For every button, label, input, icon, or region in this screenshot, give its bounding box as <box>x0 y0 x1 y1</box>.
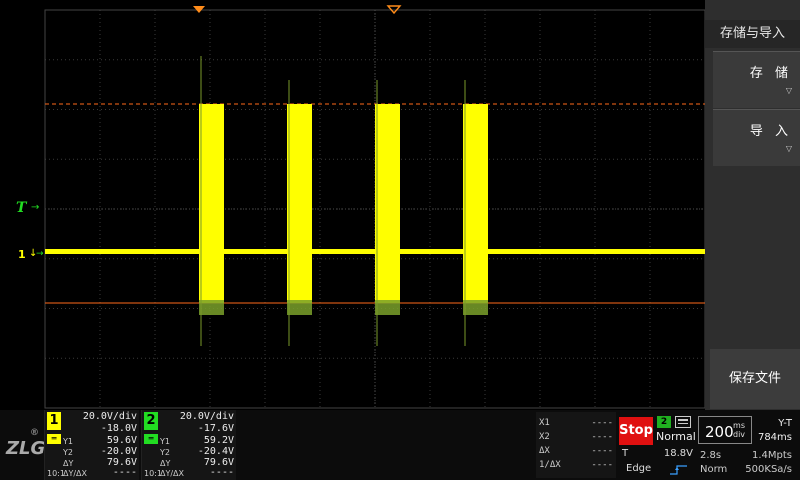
ch2-y1-label: Y1 <box>160 437 170 446</box>
trigger-level-arrow: → <box>31 202 39 213</box>
horizontal-delay: 784ms <box>757 432 792 443</box>
scope-grid: T → 1 ↓ → <box>16 5 705 409</box>
trigger-type-row[interactable]: Edge <box>618 463 695 477</box>
memory-depth: 1.4Mpts <box>751 450 792 461</box>
timebase-scale-value: 200 <box>705 423 734 441</box>
cursor-x1-label: X1 <box>539 418 550 428</box>
ch1-burst <box>199 104 224 303</box>
ch1-y1-value: 59.6V <box>106 435 137 446</box>
dropdown-arrow-icon: ▽ <box>785 86 792 95</box>
ch1-burst <box>287 104 312 303</box>
timebase-scale-unit: ms div <box>733 421 745 439</box>
timebase-panel[interactable]: 200 ms div Y-T 784ms 2.8s 1.4Mpts Norm 5… <box>698 414 800 478</box>
trigger-source-badge: 2 <box>657 416 671 428</box>
menu-title: 存储与导入 <box>705 20 800 48</box>
record-length: 2.8s <box>700 450 722 461</box>
cursor-inv-dx-label: 1/ΔX <box>539 460 561 470</box>
dropdown-arrow-icon: ▽ <box>785 144 792 153</box>
ch2-scale: 20.0V/div <box>179 411 234 422</box>
ch1-burst <box>375 104 400 303</box>
trigger-coupling-icon <box>675 416 691 428</box>
ch1-badge[interactable]: 1 <box>47 412 61 430</box>
ch2-burst-fringe <box>199 300 224 315</box>
trigger-status[interactable]: 2 Normal <box>655 416 696 446</box>
cursor-x1-value: ---- <box>591 418 613 428</box>
trigger-level-label: T <box>622 448 629 459</box>
dc-coupling-icon: ═ <box>47 434 61 444</box>
ch2-y2-value: -20.4V <box>197 446 234 457</box>
cursor-inv-dx-value: ---- <box>591 460 613 470</box>
run-stop-button[interactable]: Stop <box>619 417 653 445</box>
ch2-badge[interactable]: 2 <box>144 412 158 430</box>
ch1-y1-label: Y1 <box>63 437 73 446</box>
ch2-position-arrow: → <box>36 249 44 259</box>
acquisition-mode: Norm <box>700 464 728 475</box>
ch1-position-marker[interactable]: 1 <box>18 248 26 261</box>
ch2-y1-value: 59.2V <box>203 435 234 446</box>
ch2-offset: -17.6V <box>197 423 234 434</box>
display-mode: Y-T <box>778 418 792 429</box>
timebase-scale-box[interactable]: 200 ms div <box>698 416 752 444</box>
import-label: 导 入 <box>749 124 792 139</box>
ch1-offset: -18.0V <box>100 423 137 434</box>
cursor-x1-row: X1 ---- <box>539 418 613 430</box>
ch1-y2-value: -20.0V <box>100 446 137 457</box>
zlg-logo: ZLG ® <box>4 428 46 462</box>
timebase-unit-top: ms <box>733 421 745 430</box>
ch2-burst-fringe <box>463 300 488 315</box>
ch1-info-panel[interactable]: 1 ═ 20.0V/div -18.0V Y1 59.6V Y2 -20.0V … <box>44 410 139 480</box>
trigger-level-marker[interactable]: T <box>16 200 28 216</box>
cursor-dx-row: ΔX ---- <box>539 446 613 458</box>
ch1-y2-label: Y2 <box>63 448 73 457</box>
ch1-dy-label: ΔY <box>63 459 74 468</box>
ch2-burst-fringe <box>287 300 312 315</box>
ch2-dydx-value: ---- <box>209 467 234 478</box>
trigger-level-value: 18.8V <box>663 448 693 459</box>
trigger-level-row[interactable]: T 18.8V <box>618 448 695 462</box>
cursor-x2-row: X2 ---- <box>539 432 613 444</box>
ch1-scale: 20.0V/div <box>82 411 137 422</box>
cursor-readout-panel[interactable]: X1 ---- X2 ---- ΔX ---- 1/ΔX ---- <box>536 412 616 478</box>
ch2-info-panel[interactable]: 2 ═ 20.0V/div -17.6V Y1 59.2V Y2 -20.4V … <box>141 410 236 480</box>
ch2-burst-fringe <box>375 300 400 315</box>
ch1-dydx-label: ΔY/ΔX <box>63 469 88 478</box>
dc-coupling-icon: ═ <box>144 434 158 444</box>
import-button[interactable]: 导 入 ▽ <box>713 109 800 166</box>
ch2-y2-label: Y2 <box>160 448 170 457</box>
cursor-x2-label: X2 <box>539 432 550 442</box>
trigger-type: Edge <box>626 463 652 474</box>
trigger-mode: Normal <box>656 430 696 443</box>
cursor-inv-dx-row: 1/ΔX ---- <box>539 460 613 472</box>
cursor-x2-value: ---- <box>591 432 613 442</box>
save-file-button[interactable]: 保存文件 <box>710 349 800 409</box>
registered-mark: ® <box>30 428 39 438</box>
sample-rate: 500KSa/s <box>745 464 792 475</box>
timebase-unit-bottom: div <box>733 430 746 439</box>
ch2-dydx-label: ΔY/ΔX <box>160 469 185 478</box>
store-label: 存 储 <box>749 66 792 81</box>
cursor-dx-value: ---- <box>591 446 613 456</box>
waveform-display[interactable]: T → 1 ↓ → <box>0 0 705 410</box>
status-bar: ZLG ® 1 ═ 20.0V/div -18.0V Y1 59.6V Y2 -… <box>0 410 800 480</box>
cursor-dx-label: ΔX <box>539 446 550 456</box>
ch1-burst <box>463 104 488 303</box>
ch1-dydx-value: ---- <box>112 467 137 478</box>
rising-edge-icon <box>670 465 687 475</box>
store-button[interactable]: 存 储 ▽ <box>713 51 800 108</box>
logo-text: ZLG <box>6 438 46 459</box>
ch2-dy-label: ΔY <box>160 459 171 468</box>
